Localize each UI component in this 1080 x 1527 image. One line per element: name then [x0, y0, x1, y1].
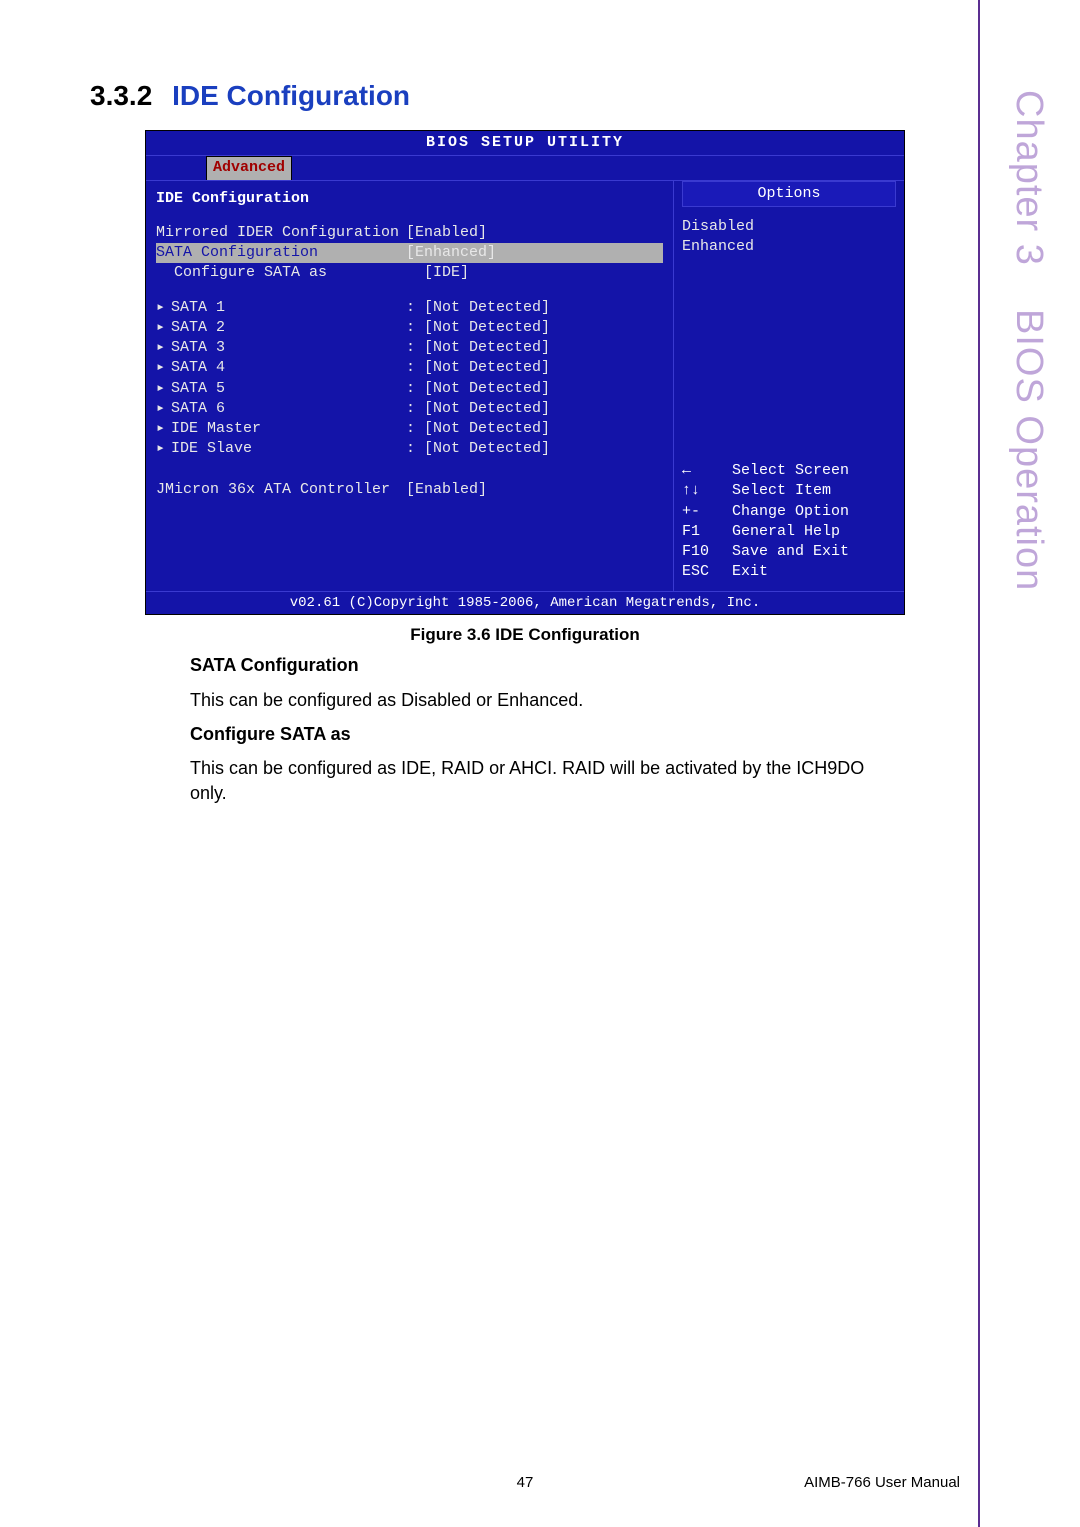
bios-nav-row: ESCExit — [682, 562, 896, 582]
bios-nav-key: F10 — [682, 542, 732, 562]
side-chapter-tab: Chapter 3 BIOS Operation — [1007, 90, 1050, 591]
body-para-1: This can be configured as Disabled or En… — [190, 688, 890, 712]
bios-config-label: SATA Configuration — [156, 243, 406, 263]
section-number: 3.3.2 — [90, 80, 152, 111]
body-heading-2: Configure SATA as — [190, 722, 890, 746]
chapter-title: BIOS Operation — [1008, 309, 1050, 591]
bios-device-row[interactable]: SATA 5: [Not Detected] — [156, 379, 663, 399]
bios-extra-value: [Enabled] — [406, 480, 487, 500]
bios-device-label: SATA 4 — [156, 358, 406, 378]
bios-device-value: [Not Detected] — [424, 419, 550, 439]
bios-tab-row: Advanced — [146, 156, 904, 180]
section-heading: 3.3.2 IDE Configuration — [90, 80, 960, 112]
bios-config-value: [Enhanced] — [406, 243, 496, 263]
chapter-number: Chapter 3 — [1008, 90, 1050, 266]
bios-device-label: IDE Slave — [156, 439, 406, 459]
bios-nav-text: General Help — [732, 522, 840, 542]
bios-nav-key: +- — [682, 502, 732, 522]
bios-config-row[interactable]: SATA Configuration[Enhanced] — [156, 243, 663, 263]
bios-device-row[interactable]: SATA 3: [Not Detected] — [156, 338, 663, 358]
bios-device-label: SATA 2 — [156, 318, 406, 338]
bios-config-label: Mirrored IDER Configuration — [156, 223, 406, 243]
bios-nav-text: Select Item — [732, 481, 831, 501]
bios-device-row[interactable]: SATA 1: [Not Detected] — [156, 298, 663, 318]
bios-device-value: [Not Detected] — [424, 338, 550, 358]
bios-nav-row: F1General Help — [682, 522, 896, 542]
bios-extra-label: JMicron 36x ATA Controller — [156, 480, 406, 500]
manual-name: AIMB-766 User Manual — [804, 1474, 960, 1491]
bios-nav-text: Select Screen — [732, 461, 849, 481]
page-footer: 47 AIMB-766 User Manual — [90, 1474, 960, 1491]
bios-config-label: Configure SATA as — [174, 263, 424, 283]
bios-nav-key: ← — [682, 461, 732, 481]
page-number: 47 — [517, 1474, 534, 1491]
bios-device-label: SATA 3 — [156, 338, 406, 358]
bios-config-row[interactable]: Configure SATA as[IDE] — [156, 263, 663, 283]
bios-config-value: [Enabled] — [406, 223, 487, 243]
bios-options-title: Options — [682, 181, 896, 207]
figure-caption: Figure 3.6 IDE Configuration — [90, 625, 960, 645]
bios-device-row[interactable]: IDE Slave: [Not Detected] — [156, 439, 663, 459]
bios-nav-help: ←Select Screen↑↓Select Item+-Change Opti… — [682, 461, 896, 583]
bios-config-row[interactable]: Mirrored IDER Configuration[Enabled] — [156, 223, 663, 243]
bios-nav-text: Save and Exit — [732, 542, 849, 562]
bios-device-row[interactable]: SATA 4: [Not Detected] — [156, 358, 663, 378]
bios-nav-row: F10Save and Exit — [682, 542, 896, 562]
bios-nav-key: F1 — [682, 522, 732, 542]
bios-option[interactable]: Disabled — [682, 217, 896, 237]
bios-nav-key: ESC — [682, 562, 732, 582]
bios-extra-row[interactable]: JMicron 36x ATA Controller [Enabled] — [156, 480, 663, 500]
bios-device-value: [Not Detected] — [424, 379, 550, 399]
bios-nav-text: Change Option — [732, 502, 849, 522]
side-divider — [978, 0, 980, 1527]
bios-nav-key: ↑↓ — [682, 481, 732, 501]
bios-device-label: SATA 6 — [156, 399, 406, 419]
bios-right-panel: Options DisabledEnhanced ←Select Screen↑… — [674, 181, 904, 591]
body-heading-1: SATA Configuration — [190, 653, 890, 677]
bios-screenshot: BIOS SETUP UTILITY Advanced IDE Configur… — [145, 130, 905, 615]
bios-nav-row: ←Select Screen — [682, 461, 896, 481]
bios-device-row[interactable]: IDE Master: [Not Detected] — [156, 419, 663, 439]
bios-device-value: [Not Detected] — [424, 358, 550, 378]
bios-device-value: [Not Detected] — [424, 399, 550, 419]
bios-nav-row: ↑↓Select Item — [682, 481, 896, 501]
bios-device-value: [Not Detected] — [424, 439, 550, 459]
bios-tab-advanced[interactable]: Advanced — [206, 156, 292, 179]
bios-nav-row: +-Change Option — [682, 502, 896, 522]
bios-device-label: SATA 5 — [156, 379, 406, 399]
bios-device-row[interactable]: SATA 6: [Not Detected] — [156, 399, 663, 419]
bios-device-value: [Not Detected] — [424, 318, 550, 338]
bios-footer: v02.61 (C)Copyright 1985-2006, American … — [146, 591, 904, 615]
bios-left-panel: IDE Configuration Mirrored IDER Configur… — [146, 181, 674, 591]
bios-title: BIOS SETUP UTILITY — [146, 131, 904, 156]
bios-nav-text: Exit — [732, 562, 768, 582]
bios-device-value: [Not Detected] — [424, 298, 550, 318]
body-para-2: This can be configured as IDE, RAID or A… — [190, 756, 890, 805]
bios-panel-title: IDE Configuration — [156, 189, 663, 209]
bios-device-label: IDE Master — [156, 419, 406, 439]
section-title: IDE Configuration — [172, 80, 410, 111]
bios-config-value: [IDE] — [424, 263, 469, 283]
bios-device-row[interactable]: SATA 2: [Not Detected] — [156, 318, 663, 338]
bios-option[interactable]: Enhanced — [682, 237, 896, 257]
bios-device-label: SATA 1 — [156, 298, 406, 318]
